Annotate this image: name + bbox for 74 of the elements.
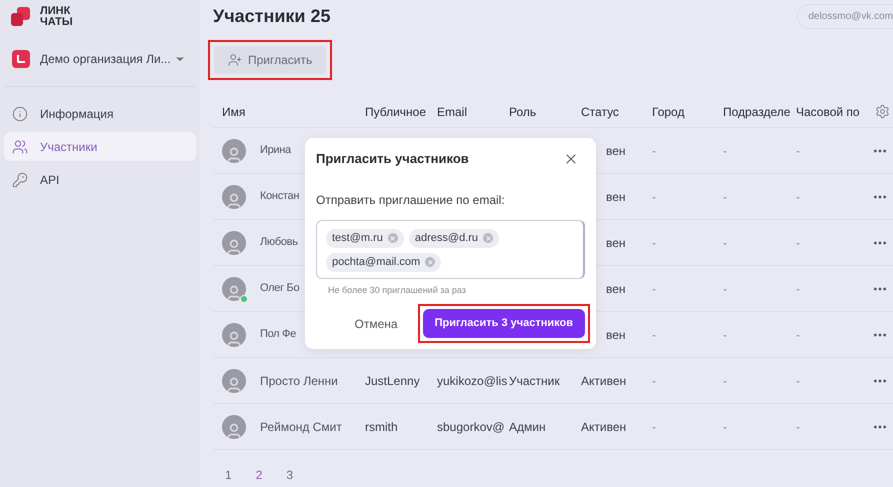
column-header: Email	[437, 104, 468, 120]
column-header: Подразделе	[723, 104, 792, 120]
page-link[interactable]: 2	[256, 466, 262, 484]
page-title: Участники 25	[213, 5, 331, 28]
column-header: Имя	[222, 104, 246, 120]
dialog-title: Пригласить участников	[316, 150, 469, 168]
table-cell-text: Констан	[260, 189, 300, 204]
column-header: Часовой по	[796, 104, 861, 120]
users-icon	[12, 138, 28, 154]
sidebar-item[interactable]: Участники	[4, 132, 196, 161]
logo-text: ЛИНК ЧАТЫ	[40, 6, 73, 28]
table-cell-text: JustLenny	[365, 372, 420, 390]
organization-icon	[12, 50, 30, 68]
table-cell-text: -	[652, 188, 656, 206]
table-cell-text: вен	[606, 188, 626, 206]
table-cell-text: -	[723, 142, 727, 160]
table-cell-text: Пол Фе	[260, 327, 296, 342]
user-plus-icon	[228, 53, 242, 67]
invite-submit-button[interactable]: Пригласить 3 участников	[422, 309, 585, 338]
email-chip: pochta@mail.com	[326, 252, 442, 272]
table-cell-text: -	[652, 418, 656, 436]
settings-icon[interactable]	[875, 104, 890, 119]
table-cell-text: вен	[606, 280, 626, 298]
table-cell-text: sbugorkov@	[437, 418, 505, 436]
table-cell-text: Просто Ленни	[260, 372, 338, 390]
table-cell-text: Любовь	[260, 235, 298, 250]
column-header: Публичное	[365, 104, 428, 120]
table-cell-text: -	[652, 372, 656, 390]
email-chip: adress@d.ru	[408, 228, 500, 248]
column-header: Роль	[509, 104, 538, 120]
table-cell-text: Активен	[581, 372, 626, 390]
table-cell-text: Ирина	[260, 143, 291, 158]
table-cell-text: -	[723, 234, 727, 252]
field-label: Отправить приглашение по email:	[316, 192, 506, 208]
page-link[interactable]: 3	[286, 466, 294, 484]
table-cell-text: Олег Бо	[260, 281, 300, 296]
table-cell-text: -	[796, 418, 800, 436]
table-cell-text: -	[796, 142, 800, 160]
table-cell-text: вен	[606, 234, 626, 252]
table-cell-text: вен	[606, 142, 626, 160]
sidebar-item[interactable]: API	[4, 165, 196, 194]
table-cell-text: -	[723, 326, 727, 344]
sidebar-item[interactable]: Информация	[4, 99, 196, 128]
table-cell-text: -	[652, 142, 656, 160]
table-cell-text: Админ	[509, 418, 546, 436]
table-cell-text: -	[796, 372, 800, 390]
table-cell-text: -	[652, 280, 656, 298]
field-hint: Не более 30 приглашений за раз	[327, 284, 467, 297]
table-cell-text: -	[652, 326, 656, 344]
table-cell-text: Участник	[509, 372, 560, 390]
table-cell-text: Реймонд Смит	[260, 418, 342, 436]
table-cell-text: yukikozo@lis	[437, 372, 508, 390]
table-cell-text: -	[796, 234, 800, 252]
table-cell-text: -	[796, 326, 800, 344]
table-cell-text: -	[723, 418, 727, 436]
organization-name[interactable]: Демо организация Ли...	[40, 50, 174, 68]
table-cell-text: -	[796, 280, 800, 298]
table-cell-text: -	[652, 234, 656, 252]
info-icon	[12, 106, 28, 122]
table-cell-text: -	[723, 188, 727, 206]
table-cell-text: -	[796, 188, 800, 206]
page-link[interactable]: 1	[225, 466, 232, 484]
email-chip: test@m.ru	[326, 228, 404, 248]
table-cell-text: вен	[606, 326, 626, 344]
table-cell-text: Активен	[581, 418, 626, 436]
logo-icon	[10, 7, 32, 27]
invite-button[interactable]: Пригласить	[214, 46, 326, 74]
cancel-button[interactable]: Отмена	[348, 314, 404, 332]
column-header: Город	[652, 104, 686, 120]
column-header: Статус	[581, 104, 620, 120]
table-cell-text: -	[723, 372, 727, 390]
table-cell-text: rsmith	[365, 418, 398, 436]
key-icon	[12, 172, 28, 188]
table-cell-text: -	[723, 280, 727, 298]
